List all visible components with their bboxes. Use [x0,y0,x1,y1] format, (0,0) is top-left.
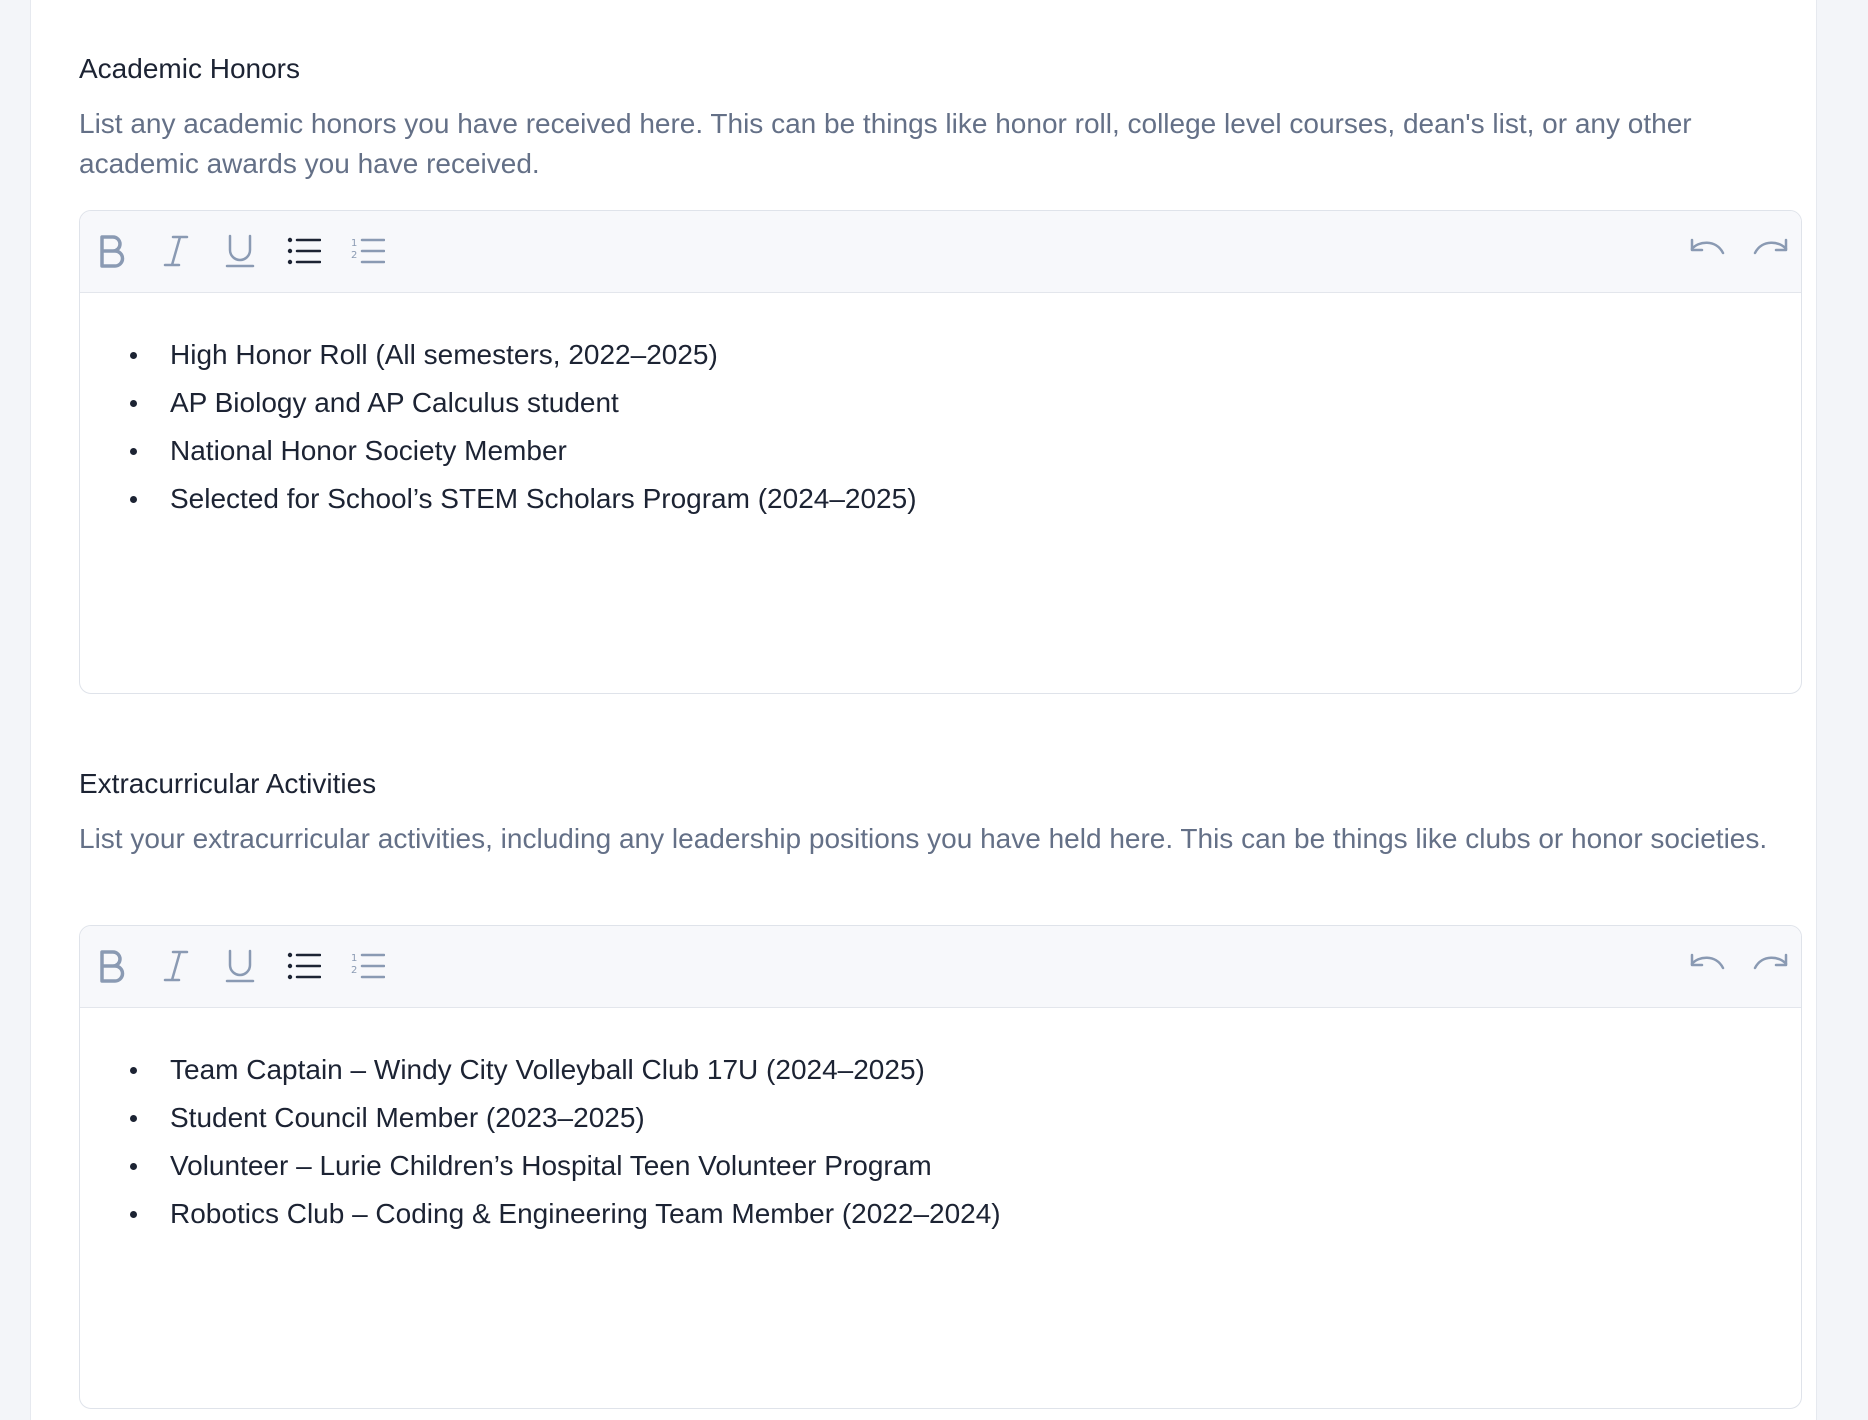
redo-icon[interactable] [1749,229,1793,273]
list-item: Team Captain – Windy City Volleyball Clu… [130,1046,1801,1094]
academic-honors-section: Academic Honors List any academic honors… [79,52,1802,694]
bold-icon[interactable] [90,229,134,273]
list-item: AP Biology and AP Calculus student [130,379,1801,427]
redo-icon[interactable] [1749,944,1793,988]
svg-text:2: 2 [351,965,357,976]
list-item: Volunteer – Lurie Children’s Hospital Te… [130,1142,1801,1190]
extracurricular-editor[interactable]: 12 Team Captain – Windy City Volleyball … [79,925,1802,1409]
underline-icon[interactable] [218,944,262,988]
italic-icon[interactable] [154,944,198,988]
editor-content[interactable]: High Honor Roll (All semesters, 2022–202… [80,293,1801,523]
extracurricular-description: List your extracurricular activities, in… [79,822,1768,854]
bullet-list-icon[interactable] [282,944,326,988]
svg-text:2: 2 [351,250,357,261]
editor-toolbar: 12 [80,211,1801,293]
undo-icon[interactable] [1685,229,1729,273]
italic-icon[interactable] [154,229,198,273]
svg-text:1: 1 [351,953,357,964]
academic-honors-editor[interactable]: 12 High Honor Roll (All semesters, 2022–… [79,210,1802,694]
extracurricular-title: Extracurricular Activities [79,768,377,799]
underline-icon[interactable] [218,229,262,273]
academic-honors-description: List any academic honors you have receiv… [79,107,1692,179]
editor-toolbar: 12 [80,926,1801,1008]
editor-content[interactable]: Team Captain – Windy City Volleyball Clu… [80,1008,1801,1238]
undo-icon[interactable] [1685,944,1729,988]
list-item: Robotics Club – Coding & Engineering Tea… [130,1190,1801,1238]
bullet-list-icon[interactable] [282,229,326,273]
academic-honors-title: Academic Honors [79,53,300,84]
svg-text:1: 1 [351,238,357,249]
honors-list: High Honor Roll (All semesters, 2022–202… [80,331,1801,523]
extracurricular-list: Team Captain – Windy City Volleyball Clu… [80,1046,1801,1238]
list-item: Selected for School’s STEM Scholars Prog… [130,475,1801,523]
numbered-list-icon[interactable]: 12 [346,944,390,988]
bold-icon[interactable] [90,944,134,988]
list-item: Student Council Member (2023–2025) [130,1094,1801,1142]
extracurricular-section: Extracurricular Activities List your ext… [79,767,1802,1409]
list-item: National Honor Society Member [130,427,1801,475]
list-item: High Honor Roll (All semesters, 2022–202… [130,331,1801,379]
form-page: Academic Honors List any academic honors… [30,0,1817,1420]
numbered-list-icon[interactable]: 12 [346,229,390,273]
